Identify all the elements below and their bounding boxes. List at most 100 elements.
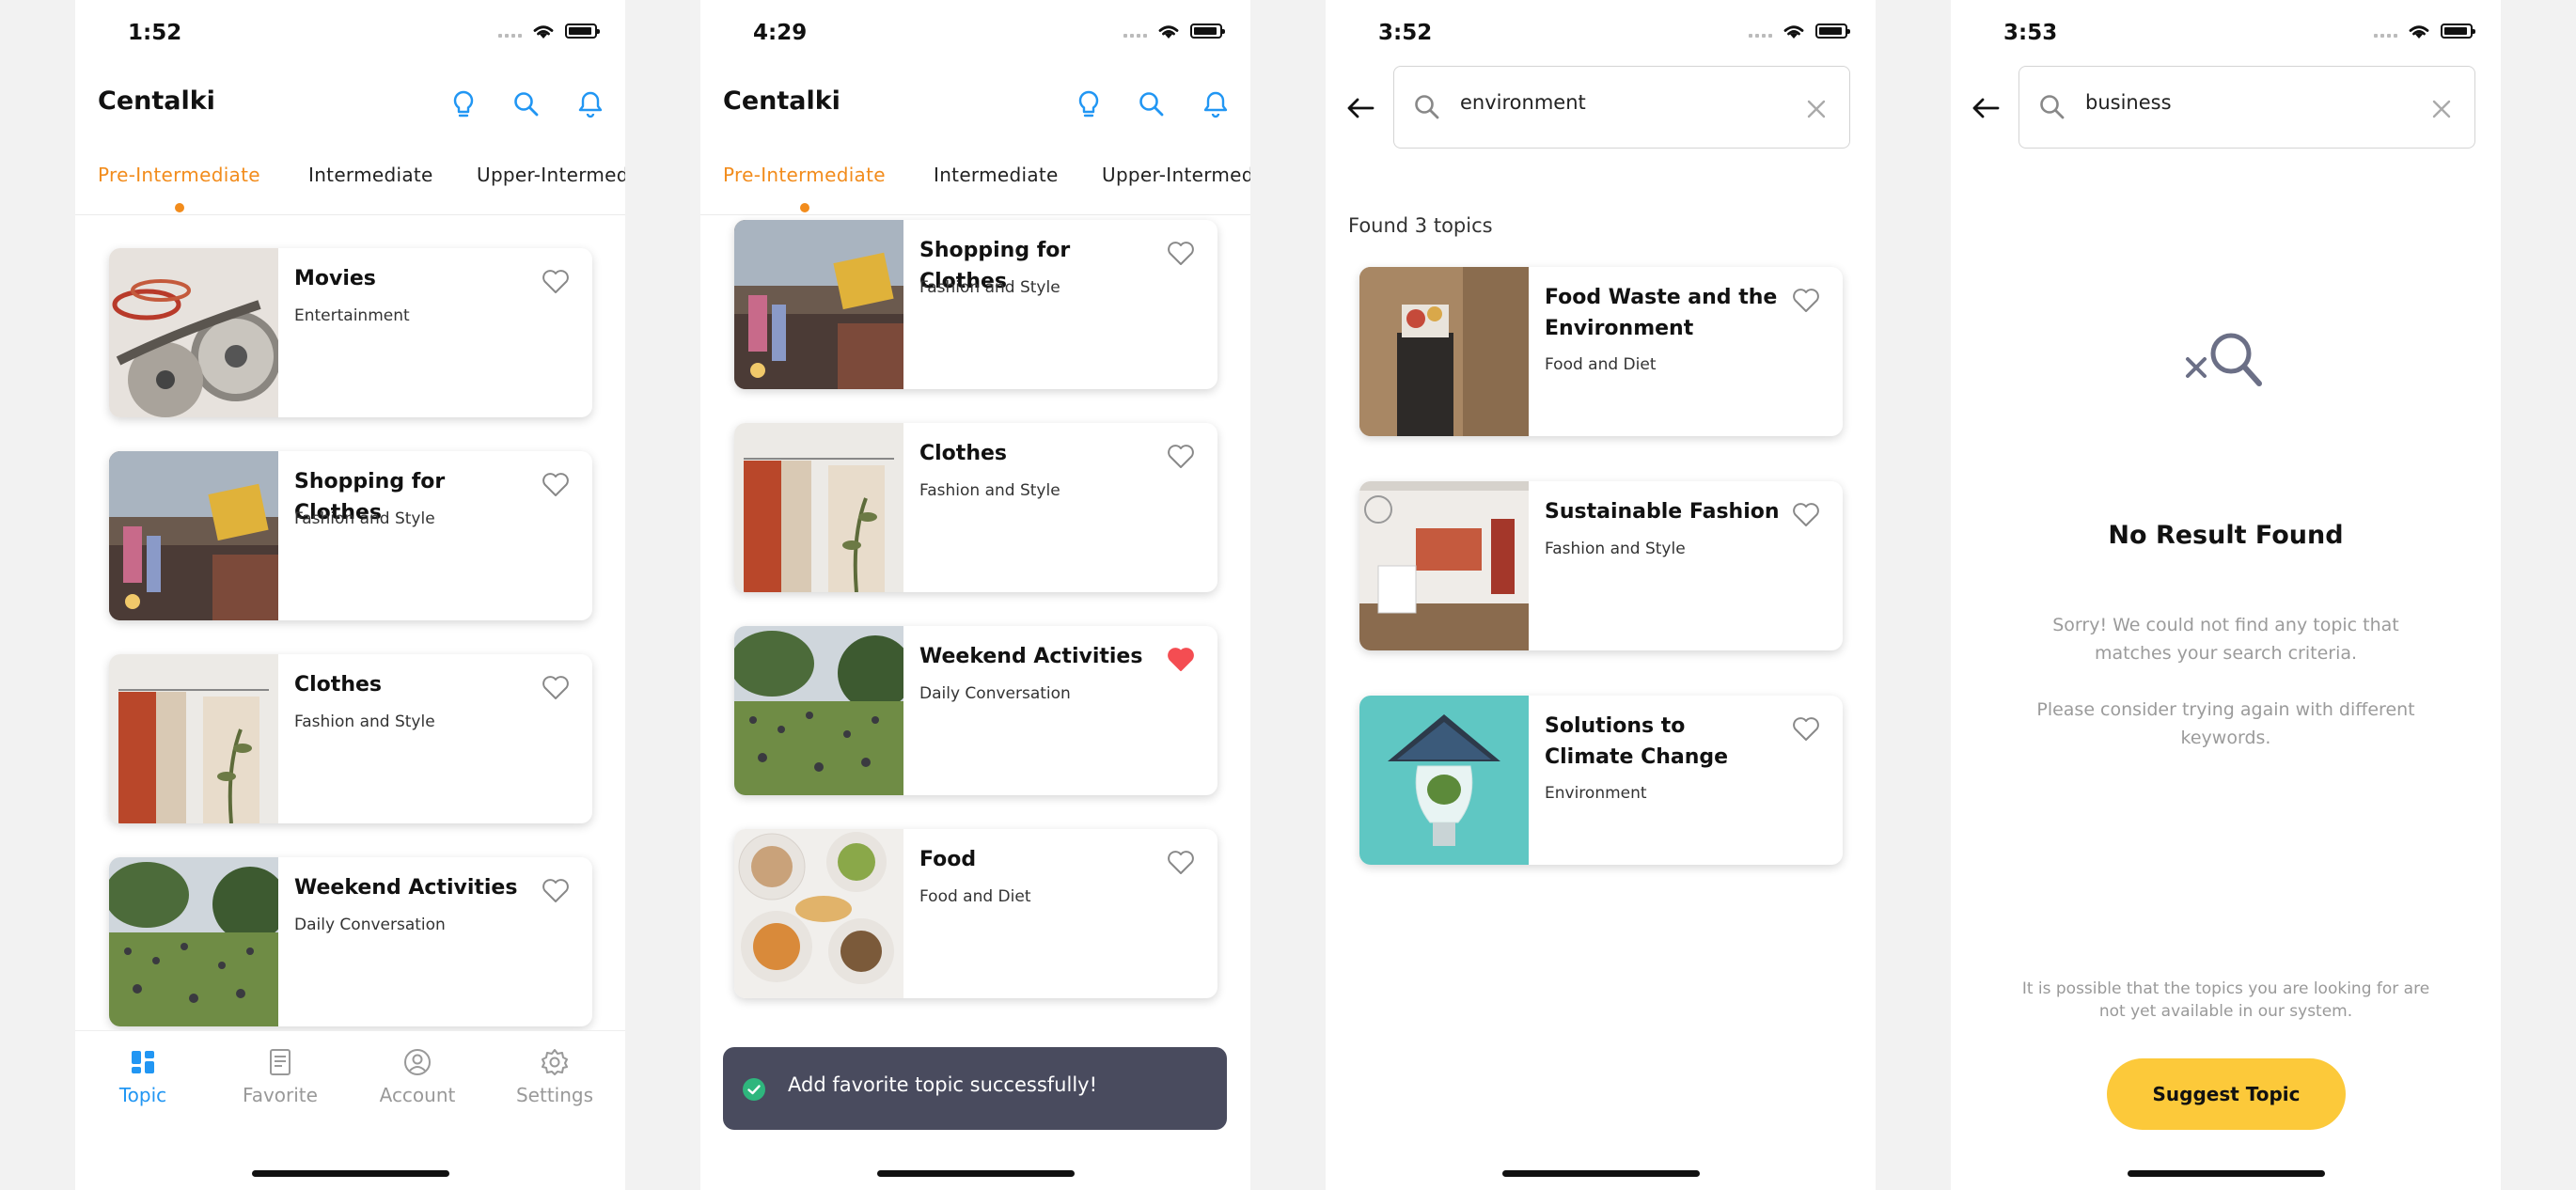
heart-icon[interactable]: [540, 468, 572, 500]
topic-category: Fashion and Style: [919, 481, 1060, 500]
tab-upper-intermediate[interactable]: Upper-Intermediate: [477, 164, 625, 186]
heart-icon[interactable]: [1790, 498, 1822, 530]
tab-pre-intermediate[interactable]: Pre-Intermediate: [723, 164, 886, 186]
search-icon[interactable]: [510, 88, 542, 120]
topic-thumbnail: [734, 626, 903, 795]
topic-thumbnail: [109, 248, 278, 417]
topic-card[interactable]: Clothes Fashion and Style: [109, 654, 592, 823]
topic-category: Food and Diet: [1545, 355, 1657, 374]
nav-topic[interactable]: Topic: [86, 1046, 199, 1106]
screen-search-no-result: 3:53 business No Result Found Sorry! We …: [1951, 0, 2501, 1190]
bell-icon[interactable]: [574, 88, 606, 120]
topic-category: Environment: [1545, 784, 1647, 803]
topic-card[interactable]: Shopping for Clothes Fashion and Style: [109, 451, 592, 620]
battery-icon: [565, 23, 600, 39]
wifi-icon: [2409, 25, 2429, 39]
topic-category: Fashion and Style: [294, 509, 435, 528]
topic-title: Movies: [294, 267, 376, 290]
status-bar: 4:29: [700, 0, 1250, 66]
back-arrow-icon[interactable]: [1343, 90, 1378, 126]
topic-thumbnail: [109, 857, 278, 1026]
topic-category: Fashion and Style: [1545, 540, 1686, 558]
bell-icon[interactable]: [1200, 88, 1232, 120]
list-doc-icon: [270, 1049, 291, 1075]
topic-card[interactable]: Clothes Fashion and Style: [734, 423, 1217, 592]
topic-category: Fashion and Style: [294, 712, 435, 731]
search-icon[interactable]: [1136, 88, 1168, 120]
lightbulb-icon[interactable]: [448, 88, 479, 120]
lightbulb-icon[interactable]: [1073, 88, 1105, 120]
status-time: 4:29: [753, 21, 808, 45]
tab-intermediate[interactable]: Intermediate: [308, 164, 433, 186]
topic-title: Clothes: [294, 673, 382, 697]
topic-thumbnail: [734, 220, 903, 389]
status-bar: 1:52: [75, 0, 625, 66]
heart-icon[interactable]: [1790, 284, 1822, 316]
topic-category: Daily Conversation: [919, 684, 1071, 703]
status-time: 3:52: [1378, 21, 1433, 45]
no-result-search-icon: [2186, 333, 2262, 386]
toast-message: Add favorite topic successfully!: [788, 1073, 1097, 1096]
search-icon: [2040, 95, 2065, 119]
topic-thumbnail: [1359, 267, 1529, 436]
heart-icon[interactable]: [540, 265, 572, 297]
topic-card[interactable]: Weekend Activities Daily Conversation: [109, 857, 592, 1026]
wifi-icon: [1158, 25, 1179, 39]
availability-note: It is possible that the topics you are l…: [2021, 979, 2430, 1021]
topic-card[interactable]: Solutions to Climate Change Environment: [1359, 696, 1843, 865]
tab-intermediate[interactable]: Intermediate: [934, 164, 1059, 186]
topic-thumbnail: [1359, 481, 1529, 650]
home-indicator: [2127, 1170, 2325, 1177]
level-tabs: Pre-Intermediate Intermediate Upper-Inte…: [75, 154, 625, 215]
tab-pre-intermediate[interactable]: Pre-Intermediate: [98, 164, 260, 186]
search-icon: [1415, 95, 1439, 119]
battery-icon: [1190, 23, 1225, 39]
close-icon[interactable]: [1804, 97, 1829, 121]
heart-icon[interactable]: [1165, 237, 1197, 269]
nav-label: Topic: [118, 1084, 167, 1106]
suggest-topic-button[interactable]: Suggest Topic: [2107, 1058, 2346, 1130]
topic-category: Daily Conversation: [294, 916, 446, 934]
search-input[interactable]: environment: [1393, 66, 1850, 149]
bottom-nav: Topic Favorite Account Settings: [75, 1030, 625, 1125]
status-time: 1:52: [128, 21, 182, 45]
heart-filled-icon[interactable]: [1165, 643, 1197, 675]
signal-icon: [1123, 24, 1147, 38]
heart-icon[interactable]: [540, 671, 572, 703]
topic-title: Weekend Activities: [919, 645, 1143, 668]
nav-label: Settings: [515, 1084, 594, 1106]
topic-card[interactable]: Food Food and Diet: [734, 829, 1217, 998]
back-arrow-icon[interactable]: [1968, 90, 2003, 126]
tab-upper-intermediate[interactable]: Upper-Intermediate: [1102, 164, 1250, 186]
heart-icon[interactable]: [1165, 440, 1197, 472]
nav-favorite[interactable]: Favorite: [224, 1046, 337, 1106]
heart-icon[interactable]: [540, 874, 572, 906]
topic-card[interactable]: Shopping for Clothes Fashion and Style: [734, 220, 1217, 389]
nav-label: Favorite: [243, 1084, 318, 1106]
home-indicator: [876, 1170, 1075, 1177]
topic-title: Weekend Activities: [294, 876, 518, 900]
heart-icon[interactable]: [1165, 846, 1197, 878]
topic-card[interactable]: Movies Entertainment: [109, 248, 592, 417]
topic-card[interactable]: Weekend Activities Daily Conversation: [734, 626, 1217, 795]
no-result-message: Sorry! We could not find any topic that …: [2052, 615, 2399, 664]
signal-icon: [498, 24, 522, 38]
heart-icon[interactable]: [1790, 712, 1822, 744]
app-title: Centalki: [98, 86, 215, 116]
close-icon[interactable]: [2429, 97, 2454, 121]
nav-settings[interactable]: Settings: [498, 1046, 611, 1106]
nav-account[interactable]: Account: [361, 1046, 474, 1106]
wifi-icon: [1783, 25, 1804, 39]
nav-label: Account: [379, 1084, 456, 1106]
topic-thumbnail: [734, 423, 903, 592]
home-indicator: [251, 1170, 449, 1177]
search-query: business: [2085, 91, 2172, 114]
topic-thumbnail: [734, 829, 903, 998]
topic-card[interactable]: Food Waste and the Environment Food and …: [1359, 267, 1843, 436]
results-count: Found 3 topics: [1348, 214, 1493, 237]
topic-card[interactable]: Sustainable Fashion Fashion and Style: [1359, 481, 1843, 650]
user-circle-icon: [404, 1049, 431, 1075]
status-bar: 3:53: [1951, 0, 2501, 66]
battery-icon: [1815, 23, 1850, 39]
search-input[interactable]: business: [2018, 66, 2475, 149]
